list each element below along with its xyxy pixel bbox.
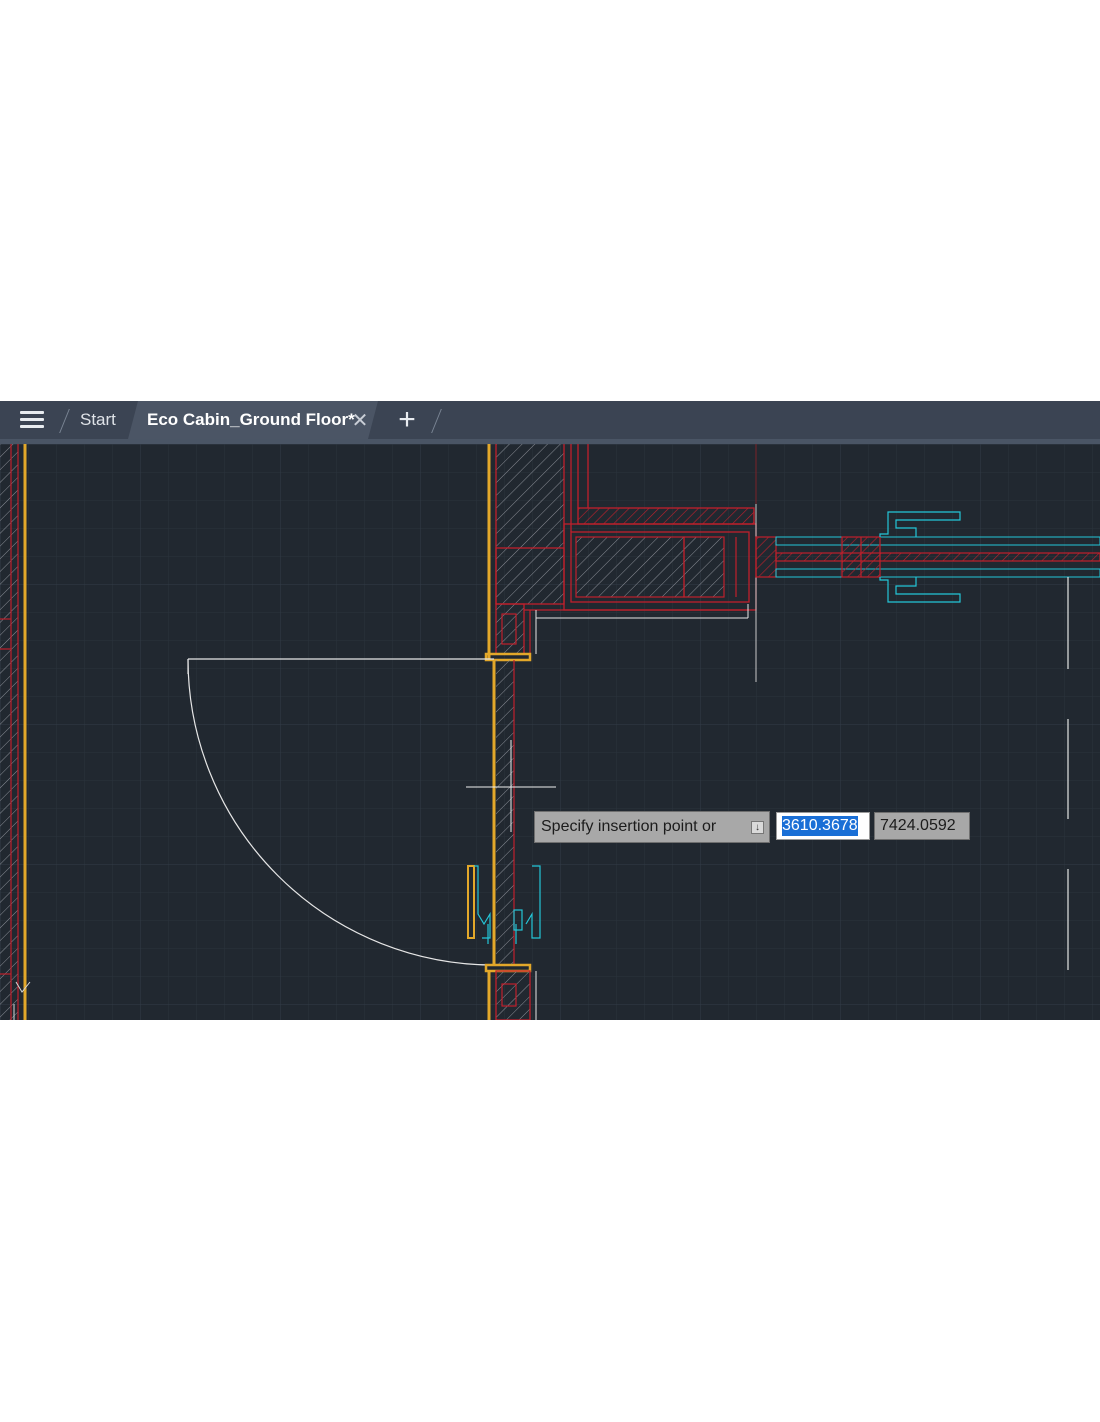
application-menu-button[interactable] [14, 401, 50, 439]
down-arrow-icon[interactable]: ↓ [751, 821, 764, 834]
drawing-canvas[interactable] [0, 444, 1100, 1020]
hamburger-menu-icon [20, 411, 44, 429]
new-tab-plus-icon[interactable]: + [394, 401, 420, 439]
tab-separator [59, 409, 70, 433]
cad-window: Start Eco Cabin_Ground Floor* ✕ + Specif… [0, 401, 1100, 1020]
tab-start[interactable]: Start [72, 401, 124, 439]
y-coordinate-input[interactable]: 7424.0592 [874, 812, 970, 840]
tab-separator [431, 409, 442, 433]
file-tab-bar: Start Eco Cabin_Ground Floor* ✕ + [0, 401, 1100, 444]
prompt-text: Specify insertion point or [541, 818, 717, 835]
lower-center-wall [487, 970, 537, 1020]
x-coordinate-value: 3610.3678 [782, 816, 858, 836]
x-coordinate-input[interactable]: 3610.3678 [776, 812, 870, 840]
tab-active-drawing-label: Eco Cabin_Ground Floor* [147, 410, 355, 429]
dynamic-input-prompt: Specify insertion point or ↓ [534, 811, 770, 843]
close-tab-icon[interactable]: ✕ [350, 401, 370, 439]
left-wall [0, 444, 31, 1020]
